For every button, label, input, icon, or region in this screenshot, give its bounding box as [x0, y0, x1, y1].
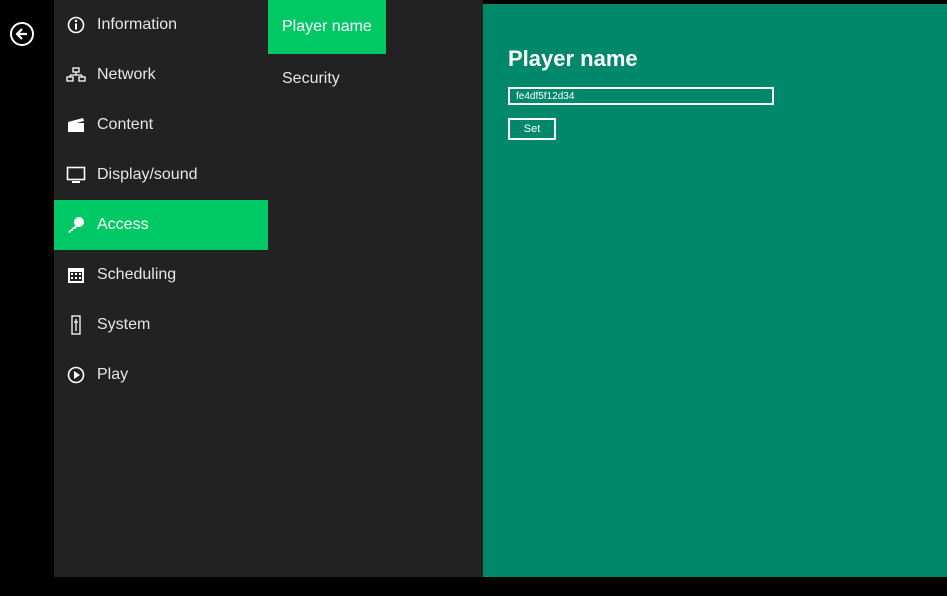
sidebar-item-label: Play [97, 366, 129, 383]
back-button[interactable] [10, 22, 34, 46]
sidebar-item-label: Network [97, 66, 156, 83]
player-name-input[interactable] [508, 87, 774, 105]
network-icon [65, 65, 87, 85]
sidebar-item-label: Information [97, 16, 178, 33]
monitor-icon [65, 165, 87, 185]
app-window: Information Network Content Display/soun… [0, 0, 947, 596]
sidebar: Information Network Content Display/soun… [54, 0, 268, 577]
sidebar-item-content[interactable]: Content [54, 100, 268, 150]
sidebar-item-label: System [97, 316, 151, 333]
arrow-left-icon [15, 28, 27, 40]
sidebar-item-information[interactable]: Information [54, 0, 268, 50]
clapperboard-icon [65, 115, 87, 135]
sidebar-item-label: Access [97, 216, 149, 233]
sidebar-item-display-sound[interactable]: Display/sound [54, 150, 268, 200]
left-rail [0, 0, 54, 596]
sidebar-item-system[interactable]: System [54, 300, 268, 350]
set-button[interactable]: Set [508, 118, 556, 140]
key-icon [65, 215, 87, 235]
tuning-fork-icon [65, 315, 87, 335]
submenu-item-label: Player name [282, 18, 372, 35]
sidebar-item-play[interactable]: Play [54, 350, 268, 400]
info-icon [65, 15, 87, 35]
sidebar-item-access[interactable]: Access [54, 200, 268, 250]
bottom-bar [0, 577, 947, 596]
content-panel: Player name Set [483, 4, 947, 577]
submenu-item-player-name[interactable]: Player name [268, 0, 386, 54]
sidebar-item-label: Content [97, 116, 154, 133]
page-title: Player name [508, 46, 638, 71]
sidebar-item-network[interactable]: Network [54, 50, 268, 100]
calendar-icon [65, 265, 87, 285]
submenu-item-security[interactable]: Security [268, 54, 483, 104]
submenu: Player name Security [268, 0, 483, 577]
sidebar-item-label: Display/sound [97, 166, 198, 183]
sidebar-item-scheduling[interactable]: Scheduling [54, 250, 268, 300]
play-icon [65, 365, 87, 385]
submenu-item-label: Security [282, 70, 340, 87]
sidebar-item-label: Scheduling [97, 266, 177, 283]
